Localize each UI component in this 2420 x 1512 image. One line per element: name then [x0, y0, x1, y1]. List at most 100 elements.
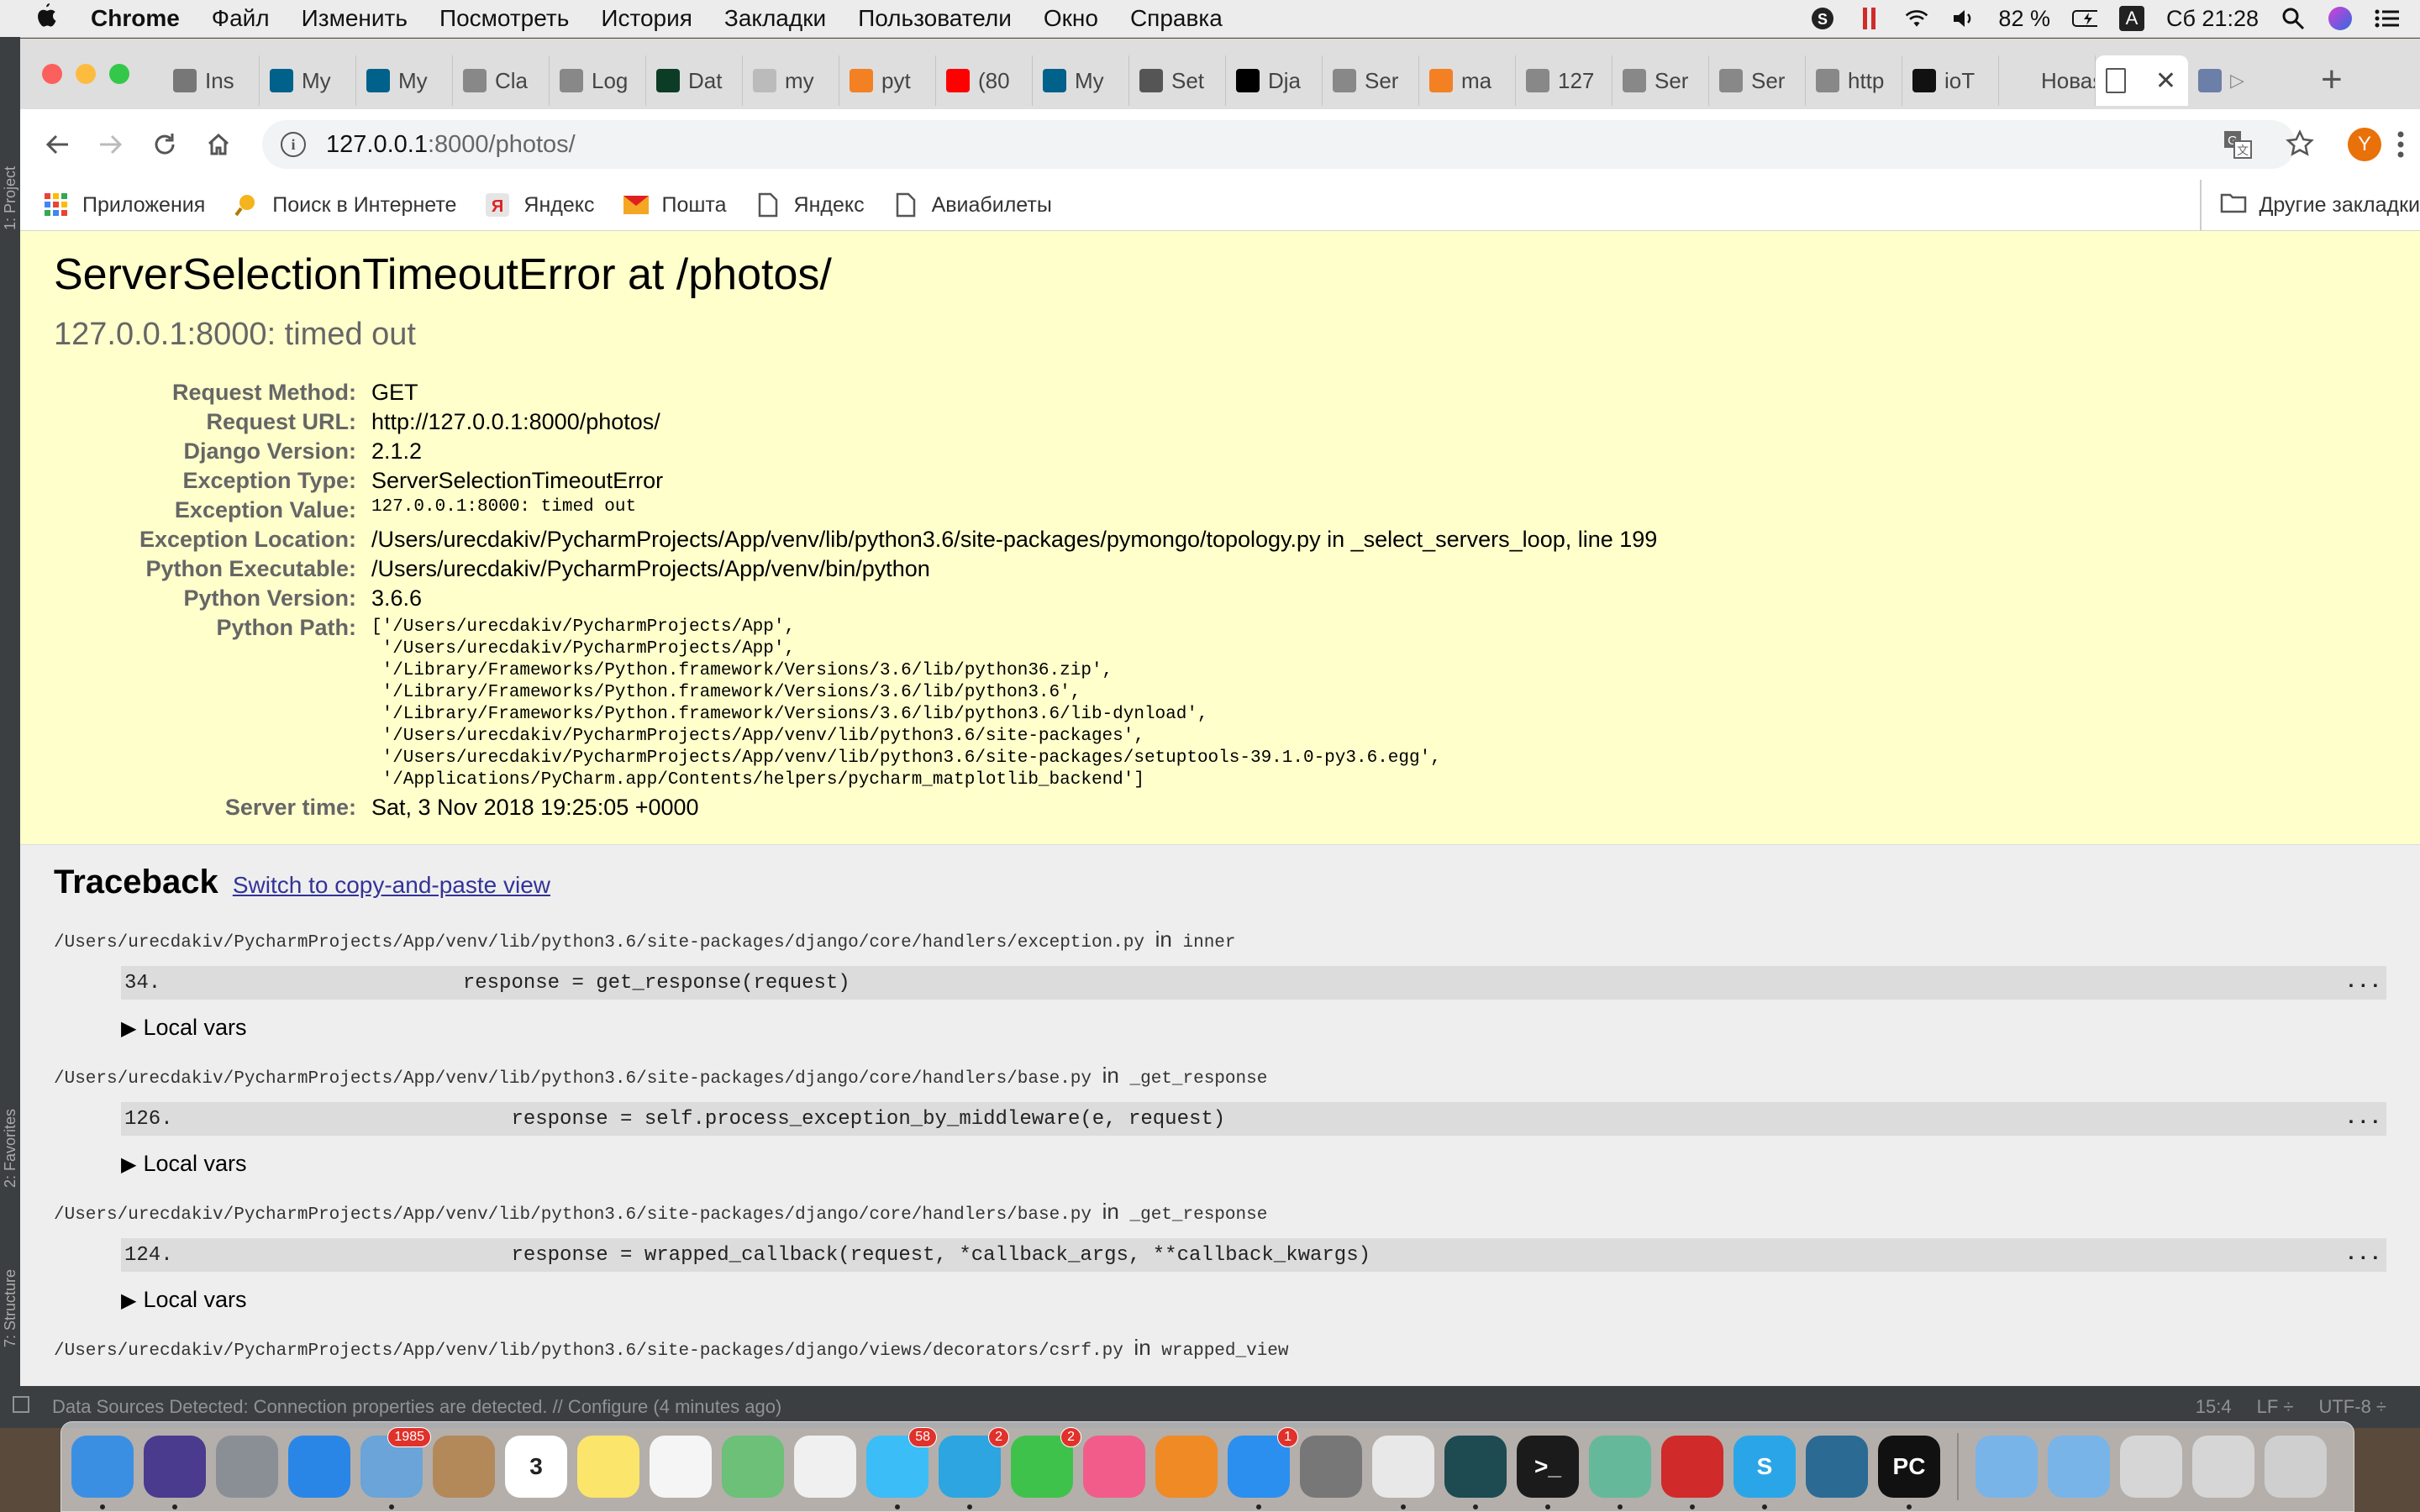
tab-16[interactable]: Ser [1709, 55, 1806, 106]
menu-file[interactable]: Файл [212, 5, 270, 32]
local-vars-toggle[interactable]: ▶ Local vars [121, 1287, 2386, 1313]
ide-favorites-tab[interactable]: 2: Favorites [2, 1109, 19, 1188]
frame-context-line[interactable]: 126. response = self.process_exception_b… [121, 1102, 2386, 1136]
terminal-icon[interactable]: >_ [1517, 1436, 1579, 1509]
ibooks-icon[interactable] [1155, 1436, 1218, 1498]
bookmark-4[interactable]: Яндекс [755, 192, 865, 218]
ide-structure-tab[interactable]: 7: Structure [2, 1269, 19, 1347]
menu-app-name[interactable]: Chrome [91, 5, 180, 32]
telegram-icon[interactable]: 2 [939, 1427, 1009, 1509]
menu-people[interactable]: Пользователи [858, 5, 1012, 32]
parallels-status-icon[interactable] [1857, 6, 1882, 31]
tab-13[interactable]: ma [1419, 55, 1516, 106]
safari-icon[interactable] [288, 1436, 350, 1498]
reload-icon[interactable] [145, 124, 185, 165]
tab-4[interactable]: Log [550, 55, 646, 106]
back-button[interactable] [37, 124, 77, 165]
documents-folder-icon[interactable] [2048, 1436, 2110, 1498]
tab-3[interactable]: Cla [453, 55, 550, 106]
wifi-icon[interactable] [1904, 6, 1929, 31]
tab-0[interactable]: Ins [163, 55, 260, 106]
appstore-icon[interactable]: 1 [1228, 1427, 1298, 1509]
tab-15[interactable]: Ser [1612, 55, 1709, 106]
volume-icon[interactable] [1951, 6, 1976, 31]
tab-9[interactable]: My [1033, 55, 1129, 106]
reminders-icon[interactable] [650, 1436, 712, 1498]
bookmark-5[interactable]: Авиабилеты [893, 192, 1052, 218]
ide-line-separator[interactable]: LF ÷ [2257, 1396, 2294, 1418]
itunes-icon[interactable] [1083, 1436, 1145, 1498]
bookmark-1[interactable]: Поиск в Интернете [234, 192, 456, 218]
siri-status-icon[interactable] [2328, 6, 2353, 31]
local-vars-toggle[interactable]: ▶ Local vars [121, 1151, 2386, 1177]
ide-encoding[interactable]: UTF-8 ÷ [2318, 1396, 2386, 1418]
trash-icon[interactable] [2265, 1436, 2327, 1498]
contacts-icon[interactable] [433, 1436, 495, 1498]
translate-icon[interactable]: G文 [2223, 130, 2252, 165]
tab-17[interactable]: http [1806, 55, 1902, 106]
tab-active[interactable]: ✕ [2096, 55, 2188, 106]
menubar-clock[interactable]: Сб 21:28 [2166, 6, 2259, 32]
switch-copy-paste-link[interactable]: Switch to copy-and-paste view [233, 872, 550, 898]
atom-icon[interactable] [1589, 1436, 1651, 1509]
menu-help[interactable]: Справка [1130, 5, 1223, 32]
launchpad-icon[interactable] [216, 1436, 278, 1498]
close-window-button[interactable] [42, 64, 62, 84]
menu-edit[interactable]: Изменить [302, 5, 408, 32]
bookmark-3[interactable]: Пошта [623, 192, 727, 218]
menu-window[interactable]: Окно [1044, 5, 1098, 32]
tab-14[interactable]: 127 [1516, 55, 1612, 106]
mail-app-icon[interactable]: 1985 [360, 1427, 431, 1509]
site-info-icon[interactable]: i [281, 132, 306, 157]
spotlight-search-icon[interactable] [2281, 6, 2306, 31]
tab-extra[interactable]: ▷ [2188, 55, 2264, 106]
menu-view[interactable]: Посмотреть [439, 5, 569, 32]
notes-icon[interactable] [577, 1436, 639, 1498]
applications-folder-icon[interactable] [1975, 1436, 2038, 1498]
mysql-workbench-icon[interactable] [1806, 1436, 1868, 1498]
tab-1[interactable]: My [260, 55, 356, 106]
pycharm-icon[interactable]: PC [1878, 1436, 1940, 1509]
tab-12[interactable]: Ser [1323, 55, 1419, 106]
screenshot-stack-icon[interactable] [2192, 1436, 2254, 1498]
bookmark-2[interactable]: Я Яндекс [485, 192, 595, 218]
tab-19[interactable]: Новая [1999, 55, 2096, 106]
chrome-menu-icon[interactable] [2396, 129, 2405, 164]
facetime-icon[interactable]: 2 [1011, 1427, 1081, 1498]
expand-context-button[interactable]: ... [2345, 1243, 2381, 1266]
local-vars-toggle[interactable]: ▶ Local vars [121, 1015, 2386, 1041]
downloads-stack-icon[interactable] [2120, 1436, 2182, 1498]
new-tab-button[interactable]: + [2321, 59, 2343, 101]
gitkraken-icon[interactable] [1444, 1436, 1507, 1509]
finder-icon[interactable] [71, 1436, 134, 1509]
ide-project-tab[interactable]: 1: Project [2, 166, 19, 230]
frame-context-line[interactable]: 34. response = get_response(request)... [121, 966, 2386, 1000]
tab-11[interactable]: Dja [1226, 55, 1323, 106]
zoom-window-button[interactable] [109, 64, 129, 84]
tab-7[interactable]: pyt [839, 55, 936, 106]
notification-center-icon[interactable] [2375, 6, 2400, 31]
profile-avatar[interactable]: Y [2348, 128, 2381, 161]
expand-context-button[interactable]: ... [2345, 971, 2381, 994]
forward-button[interactable] [91, 124, 131, 165]
frame-context-line[interactable]: 124. response = wrapped_callback(request… [121, 1238, 2386, 1272]
minimize-window-button[interactable] [76, 64, 96, 84]
bookmark-star-icon[interactable] [2286, 129, 2314, 162]
tab-18[interactable]: ioT [1902, 55, 1999, 106]
system-preferences-icon[interactable] [1300, 1436, 1362, 1498]
tab-2[interactable]: My [356, 55, 453, 106]
maps-icon[interactable] [722, 1436, 784, 1498]
apple-menu-icon[interactable] [34, 2, 59, 35]
photos-icon[interactable] [794, 1436, 856, 1498]
messages-icon[interactable]: 58 [866, 1427, 937, 1509]
siri-icon[interactable] [144, 1436, 206, 1509]
calendar-icon[interactable]: 3 [505, 1436, 567, 1498]
bookmark-0[interactable]: Приложения [44, 192, 205, 218]
ide-panel-toggle-icon[interactable] [12, 1395, 30, 1419]
skype-icon[interactable]: S [1733, 1436, 1796, 1509]
close-tab-icon[interactable]: ✕ [2155, 66, 2176, 96]
tab-6[interactable]: my [743, 55, 839, 106]
home-icon[interactable] [198, 124, 239, 165]
address-bar[interactable]: i 127.0.0.1:8000/photos/ G文 [262, 120, 2296, 169]
skype-status-icon[interactable]: S [1810, 6, 1835, 31]
